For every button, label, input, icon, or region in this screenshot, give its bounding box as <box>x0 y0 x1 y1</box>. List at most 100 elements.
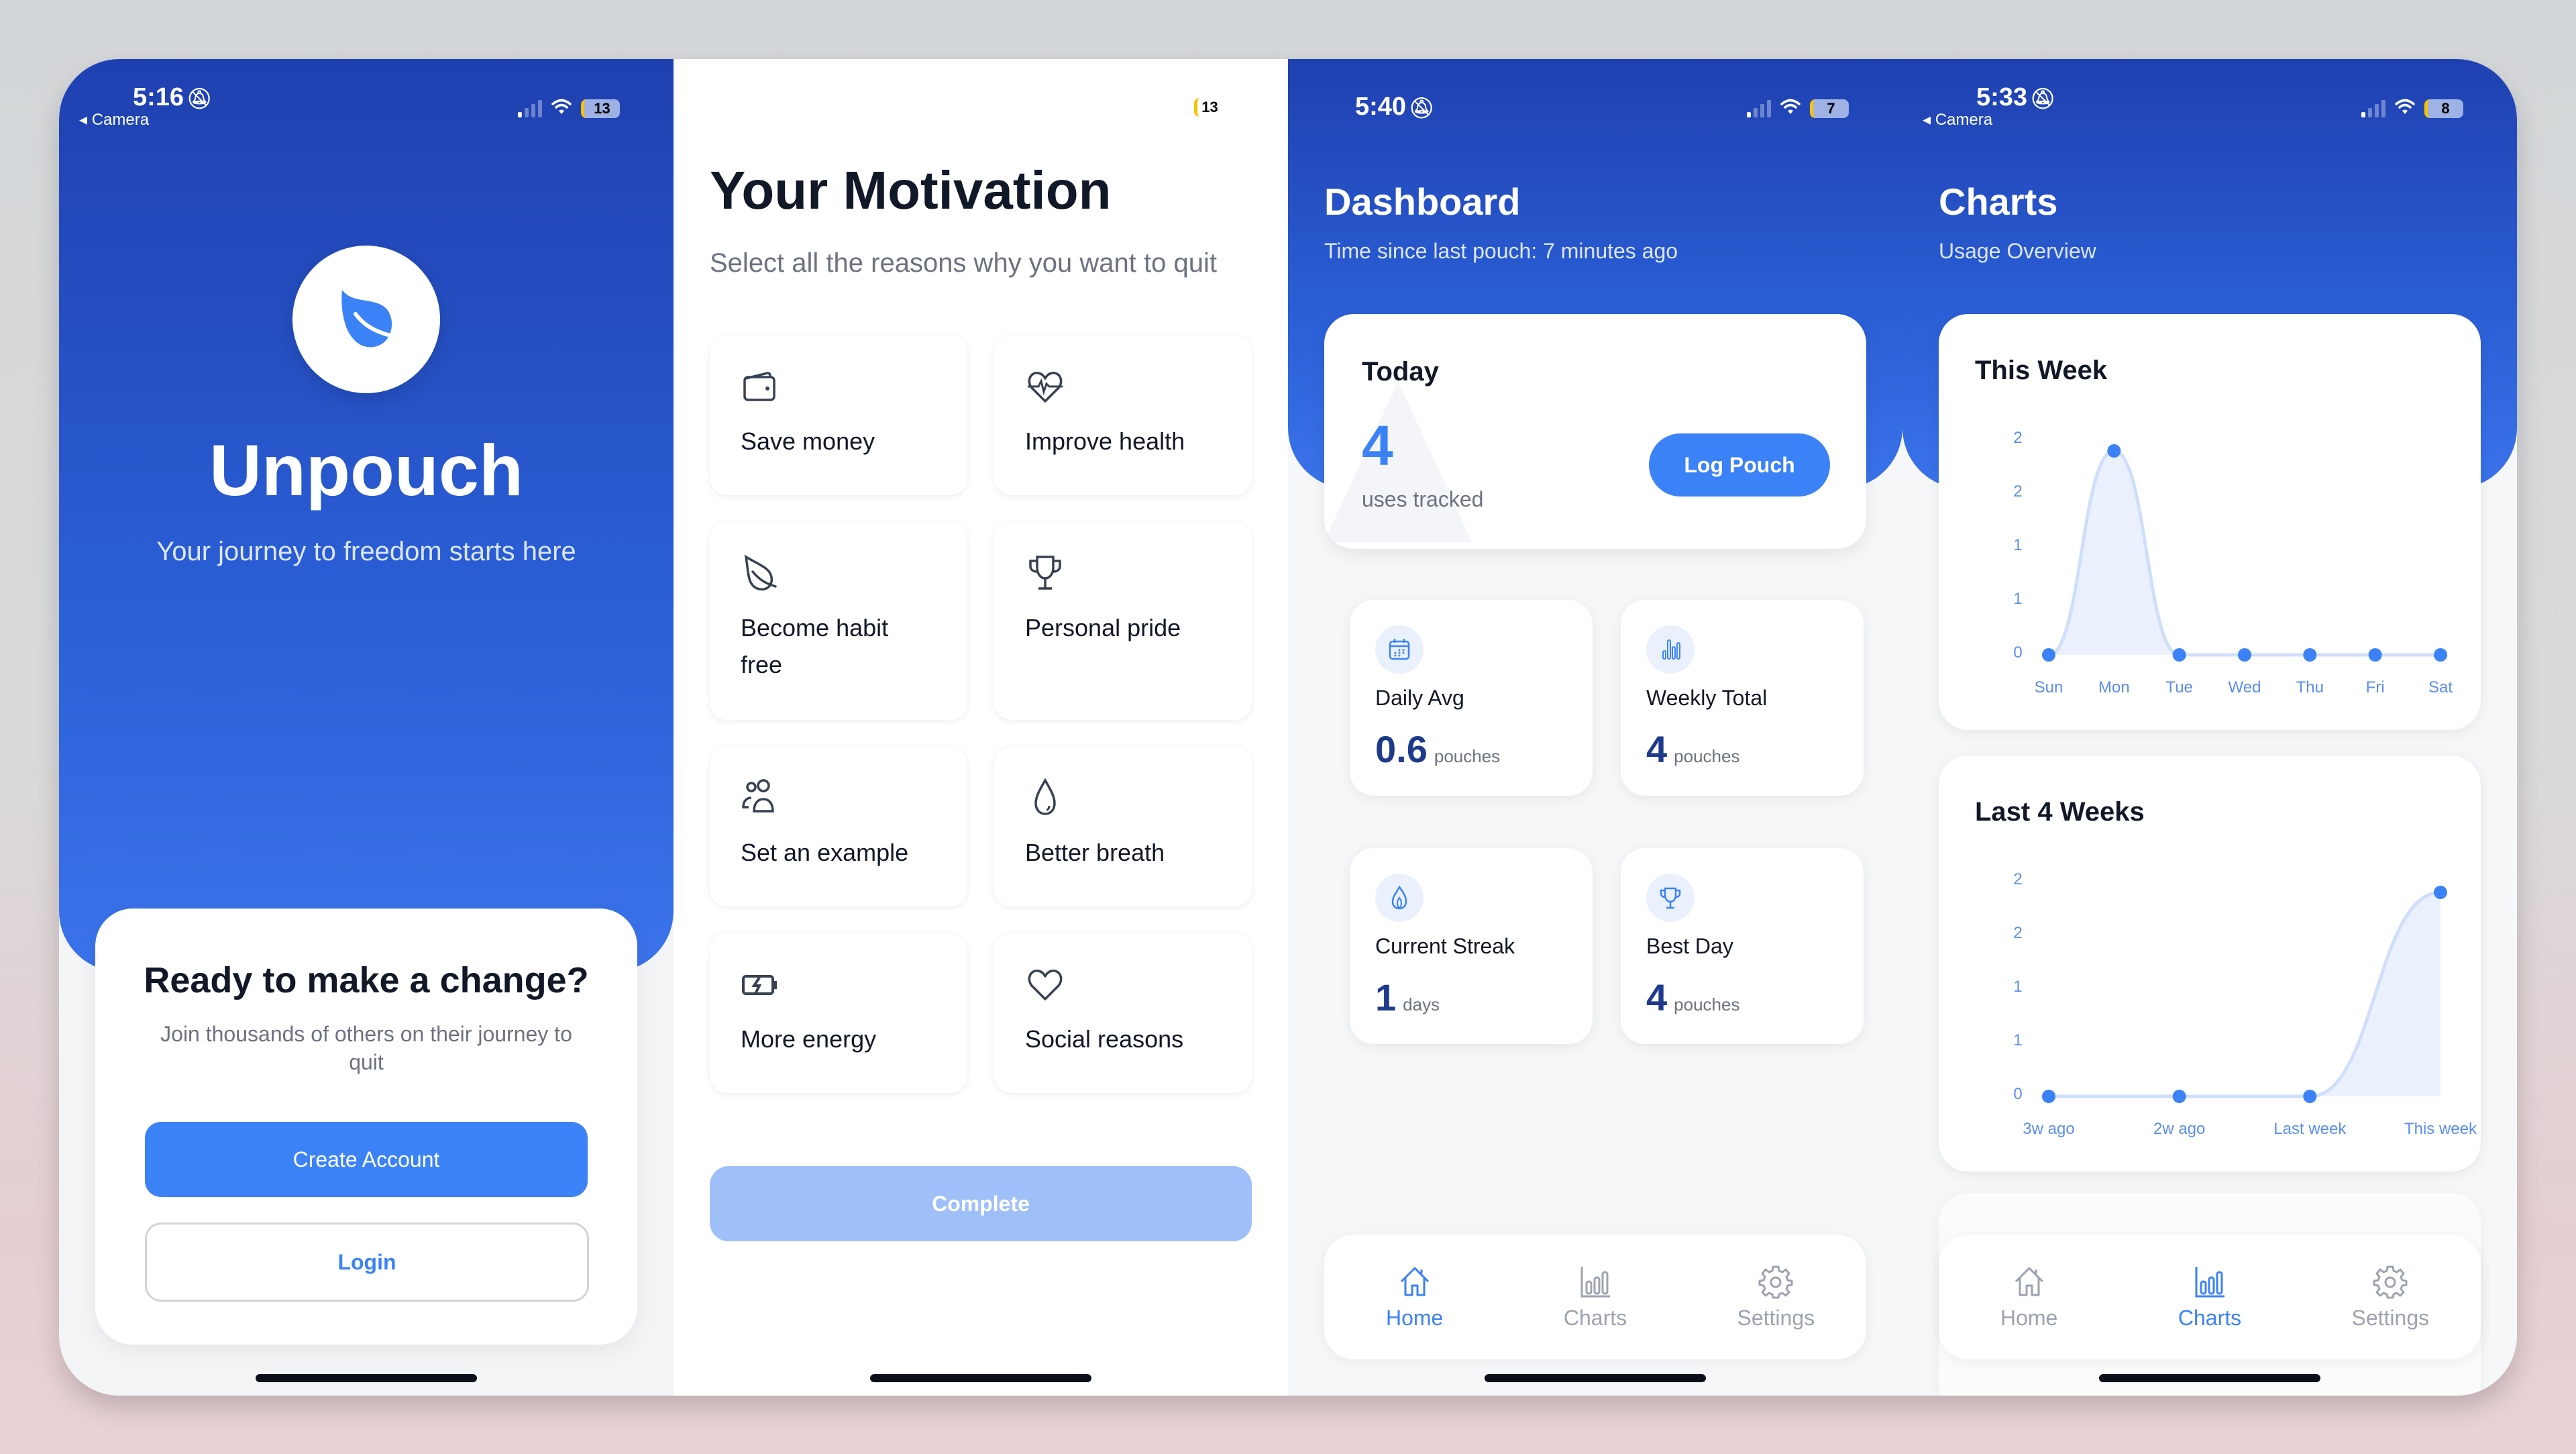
tab-charts[interactable]: Charts <box>1505 1235 1685 1359</box>
log-pouch-button[interactable]: Log Pouch <box>1649 433 1830 497</box>
reason-card-set-an-example[interactable]: Set an example <box>710 747 967 906</box>
page-title: Your Motivation <box>710 160 1112 220</box>
heart-icon <box>1028 970 1063 1000</box>
x-tick-label: Wed <box>2229 678 2261 696</box>
status-bar: 5:16 🔕︎ ◂ Camera 13 <box>59 59 674 140</box>
this-week-chart-card: This Week 0 1 1 2 2 Sun Mon Tue Wed Thu Fri Sat <box>1939 314 2481 730</box>
trophy-icon <box>1660 887 1681 909</box>
stat-card-current-streak: Current Streak 1 days <box>1350 848 1593 1044</box>
decorative-shape <box>1324 381 1472 542</box>
today-count-label: uses tracked <box>1362 487 1484 511</box>
motivation-screen: 13 Your Motivation Select all the reason… <box>674 59 1288 1396</box>
last-4-weeks-chart: 0 1 1 2 2 3w ago 2w ago Last week This week <box>2013 870 2477 1138</box>
reason-card-personal-pride[interactable]: Personal pride <box>994 522 1252 720</box>
y-tick-label: 1 <box>2013 978 2022 996</box>
tab-charts[interactable]: Charts <box>2119 1235 2300 1359</box>
reason-card-become-habit-free[interactable]: Become habit free <box>710 522 967 720</box>
bell-slash-icon: 🔕︎ <box>2030 88 2056 110</box>
data-point <box>2303 1090 2317 1103</box>
stat-card-daily-avg: Daily Avg 0.6 pouches <box>1350 600 1593 796</box>
x-tick-label: Mon <box>2098 678 2130 696</box>
time-since-last-pouch: Time since last pouch: 7 minutes ago <box>1324 239 1678 263</box>
reason-card-improve-health[interactable]: Improve health <box>994 335 1252 495</box>
gear-icon <box>1758 1265 1793 1298</box>
home-indicator[interactable] <box>1485 1374 1706 1382</box>
trophy-icon <box>1029 556 1061 590</box>
bell-slash-icon: 🔕︎ <box>1409 97 1435 119</box>
battery-charging-icon <box>742 975 777 995</box>
signup-card-subtitle: Join thousands of others on their journe… <box>160 1022 572 1074</box>
y-tick-label: 1 <box>2013 536 2022 554</box>
page-subtitle: Usage Overview <box>1939 239 2096 263</box>
page-title: Charts <box>1939 180 2058 223</box>
droplet-icon <box>1034 778 1056 815</box>
stat-label: Weekly Total <box>1646 686 1768 710</box>
tab-settings[interactable]: Settings <box>1686 1235 1866 1359</box>
reason-card-social-reasons[interactable]: Social reasons <box>994 933 1252 1093</box>
home-indicator[interactable] <box>870 1374 1091 1382</box>
data-point <box>2042 648 2055 662</box>
home-indicator[interactable] <box>256 1374 477 1382</box>
charts-screen: 5:33 🔕︎ ◂ Camera 8 Charts Usage Overview … <box>1902 59 2517 1396</box>
x-tick-label: Last week <box>2273 1120 2347 1138</box>
signup-card: Ready to make a change? Join thousands o… <box>95 908 637 1345</box>
back-to-camera-link[interactable]: ◂ Camera <box>1923 110 1992 129</box>
tab-settings[interactable]: Settings <box>2300 1235 2481 1359</box>
app-logo <box>292 246 440 393</box>
x-tick-label: Tue <box>2165 678 2192 696</box>
reason-card-better-breath[interactable]: Better breath <box>994 747 1252 906</box>
status-bar: 5:40 🔕︎ 7 <box>1288 59 1902 140</box>
y-tick-label: 2 <box>2013 924 2022 942</box>
data-point <box>2303 648 2317 662</box>
stat-value: 0.6 pouches <box>1375 728 1501 770</box>
back-to-camera-link[interactable]: ◂ Camera <box>79 110 149 129</box>
y-tick-label: 2 <box>2013 429 2022 447</box>
y-tick-label: 1 <box>2013 1031 2022 1049</box>
status-bar: 5:33 🔕︎ ◂ Camera 8 <box>1902 59 2517 140</box>
stat-label: Best Day <box>1646 934 1733 958</box>
battery-indicator: 8 <box>2424 99 2463 118</box>
battery-indicator: 7 <box>1810 99 1849 118</box>
signal-icon <box>518 100 542 117</box>
complete-button[interactable]: Complete <box>710 1166 1252 1241</box>
leaf-icon <box>744 554 777 591</box>
x-tick-label: Sun <box>2035 678 2063 696</box>
bar-chart-icon <box>1662 639 1680 660</box>
y-tick-label: 2 <box>2013 482 2022 501</box>
reason-label: Set an example <box>741 839 909 866</box>
wifi-icon <box>2395 98 2415 119</box>
hero-background <box>59 59 674 972</box>
status-time: 5:33 🔕︎ <box>1976 83 2056 111</box>
welcome-screen: 5:16 🔕︎ ◂ Camera 13 Unpouch Your journey … <box>59 59 674 1396</box>
tab-home[interactable]: Home <box>1939 1235 2119 1359</box>
bar-chart-icon <box>1580 1266 1610 1297</box>
last-4-weeks-chart-card: Last 4 Weeks 0 1 1 2 2 3w ago 2w ago Last week T… <box>1939 756 2481 1172</box>
x-tick-label: 3w ago <box>2023 1120 2074 1138</box>
home-indicator[interactable] <box>2099 1374 2320 1382</box>
tagline: Your journey to freedom starts here <box>156 537 576 566</box>
data-point <box>2434 886 2447 899</box>
home-icon <box>1400 1267 1429 1296</box>
reason-label: More energy <box>741 1025 877 1053</box>
tab-home[interactable]: Home <box>1324 1235 1505 1359</box>
reason-label: Become habit free <box>741 614 889 678</box>
stat-value: 1 days <box>1375 976 1440 1019</box>
data-point <box>2042 1090 2055 1103</box>
battery-indicator: 13 <box>581 99 620 118</box>
status-time: 5:40 🔕︎ <box>1355 93 1435 121</box>
reason-card-more-energy[interactable]: More energy <box>710 933 967 1093</box>
stat-label: Daily Avg <box>1375 686 1464 710</box>
signup-card-title: Ready to make a change? <box>144 960 589 1000</box>
data-point <box>2238 648 2251 662</box>
reason-card-save-money[interactable]: Save money <box>710 335 967 495</box>
leaf-icon <box>341 290 392 348</box>
reason-label: Social reasons <box>1025 1025 1184 1053</box>
y-tick-label: 1 <box>2013 590 2022 608</box>
data-point <box>2172 1090 2186 1103</box>
today-card: Today 4 uses tracked Log Pouch <box>1324 314 1866 549</box>
x-tick-label: Sat <box>2428 678 2453 696</box>
dashboard-screen: 5:40 🔕︎ 7 Dashboard Time since last pouch… <box>1288 59 1902 1396</box>
create-account-button[interactable]: Create Account <box>145 1122 588 1197</box>
login-button[interactable]: Login <box>145 1223 589 1302</box>
page-subtitle: Select all the reasons why you want to q… <box>710 248 1217 278</box>
